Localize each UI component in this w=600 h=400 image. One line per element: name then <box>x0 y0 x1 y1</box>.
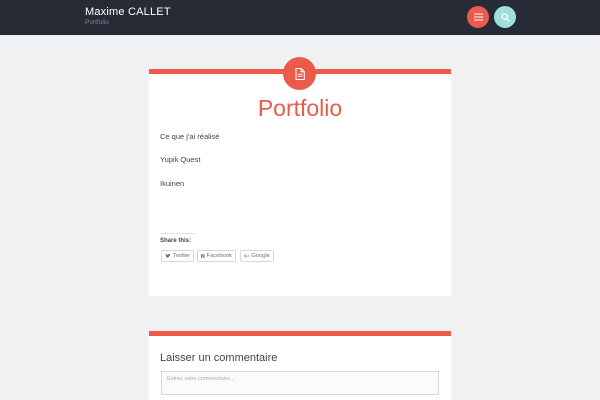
share-facebook-label: Facebook <box>206 253 232 259</box>
google-plus-icon <box>244 254 249 258</box>
comment-placeholder: Entrez votre commentaire... <box>167 376 235 382</box>
document-icon <box>295 67 305 80</box>
hamburger-menu-icon <box>473 13 483 21</box>
search-button[interactable] <box>494 6 516 28</box>
content-link-ikuinen[interactable]: Ikuinen <box>160 179 184 188</box>
page-article: Portfolio Ce que j'ai réalisé Yupik Ques… <box>149 57 451 296</box>
search-icon <box>500 12 510 22</box>
share-twitter-button[interactable]: Twitter <box>161 250 194 262</box>
share-facebook-button[interactable]: Facebook <box>197 250 236 262</box>
comment-textarea[interactable]: Entrez votre commentaire... <box>161 371 439 395</box>
share-twitter-label: Twitter <box>172 253 190 259</box>
page-title: Portfolio <box>257 95 343 121</box>
site-description: Portfolio <box>85 19 109 26</box>
facebook-icon <box>201 254 205 258</box>
site-header: Maxime CALLET Portfolio <box>0 0 600 35</box>
content-link-yupik-quest[interactable]: Yupik Quest <box>160 155 200 164</box>
content-link-realise[interactable]: Ce que j'ai réalisé <box>160 132 219 141</box>
site-title[interactable]: Maxime CALLET <box>85 6 171 18</box>
comment-section: Laisser un commentaire Entrez votre comm… <box>149 331 451 400</box>
share-google-label: Google <box>251 253 270 259</box>
twitter-icon <box>165 253 171 258</box>
share-heading: Share this: <box>160 238 192 244</box>
share-divider <box>160 233 195 234</box>
share-google-button[interactable]: Google <box>240 250 274 262</box>
comment-heading: Laisser un commentaire <box>160 352 278 364</box>
menu-button[interactable] <box>467 6 489 28</box>
page-type-badge <box>283 57 316 90</box>
